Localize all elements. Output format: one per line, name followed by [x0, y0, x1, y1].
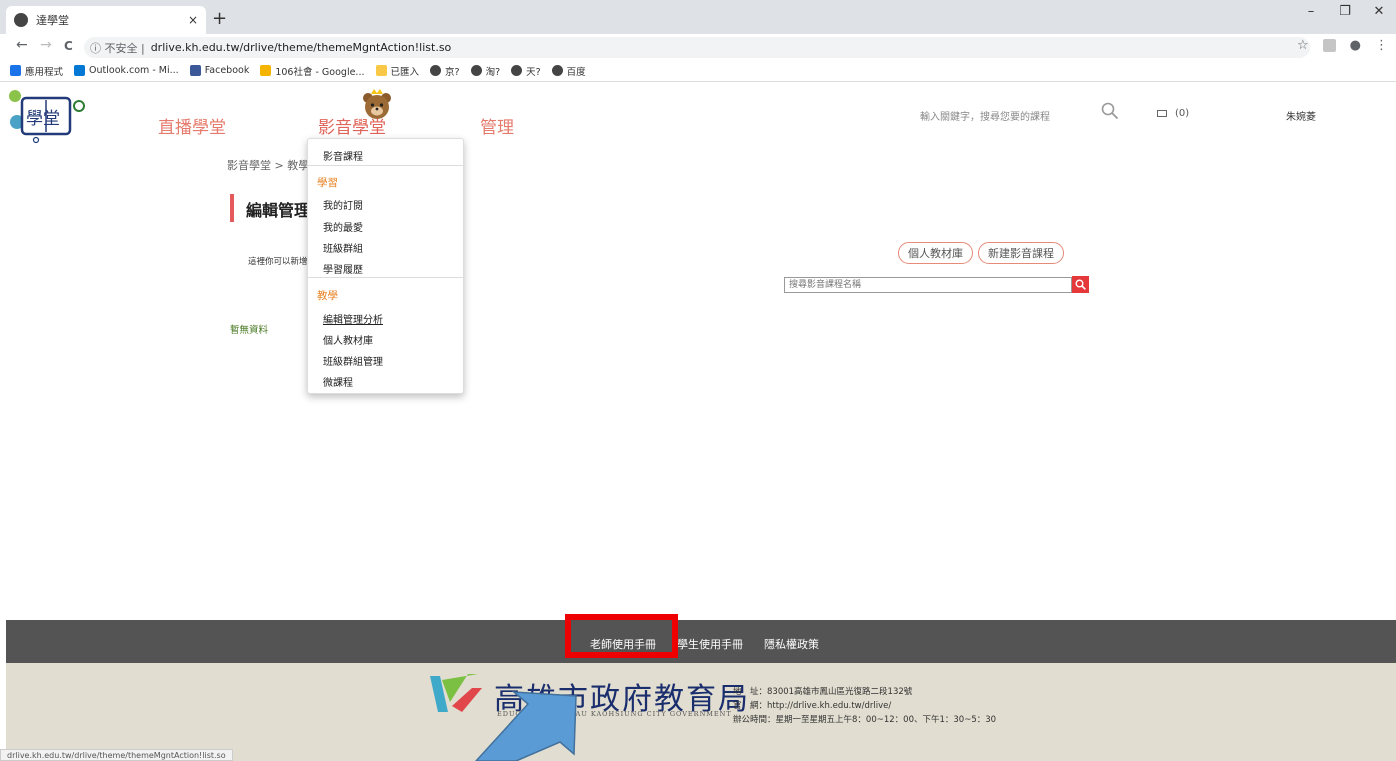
nav-video-school[interactable]: 影音學堂: [318, 113, 386, 138]
bookmark-item[interactable]: 京?: [430, 64, 460, 78]
globe-icon: [470, 65, 482, 76]
user-name[interactable]: 朱婉菱: [1286, 108, 1316, 123]
reload-icon[interactable]: C: [64, 39, 73, 53]
menu-item-edit-manage-analysis[interactable]: 編輯管理分析: [323, 311, 383, 326]
bookmark-label: 106社會 - Google...: [275, 66, 365, 78]
menu-item-class-group-manage[interactable]: 班級群組管理: [323, 353, 383, 368]
menu-header-learning: 學習: [317, 177, 338, 189]
outlook-icon: [74, 65, 86, 76]
menu-item-personal-material[interactable]: 個人教材庫: [323, 332, 373, 347]
pdf-extension-icon[interactable]: [1322, 39, 1336, 52]
address-bar[interactable]: ⓘ 不安全 | drlive.kh.edu.tw/drlive/theme/th…: [84, 37, 1310, 58]
globe-icon: [430, 65, 442, 76]
mail-icon: [1157, 110, 1167, 117]
nav-manage[interactable]: 管理: [480, 113, 514, 138]
minimize-icon[interactable]: –: [1294, 4, 1328, 19]
svg-text:學堂: 學堂: [26, 109, 60, 129]
breadcrumb: 影音學堂 > 教學: [227, 159, 310, 172]
bookmark-item[interactable]: 已匯入: [375, 64, 420, 78]
bookmark-label: 應用程式: [25, 66, 64, 78]
security-indicator[interactable]: ⓘ 不安全 |: [90, 40, 145, 56]
site-search-hint[interactable]: 輸入關鍵字，搜尋您要的課程: [920, 108, 1050, 123]
bookmark-item[interactable]: 106社會 - Google...: [260, 64, 365, 78]
toolbar-actions: ☆ ● ⋮: [1297, 38, 1388, 53]
bookmark-item[interactable]: 應用程式: [10, 64, 63, 78]
menu-item-micro-course[interactable]: 微課程: [323, 374, 353, 389]
apps-grid-icon: [10, 65, 21, 76]
mail-count: (0): [1175, 108, 1190, 119]
bookmark-label: 京?: [445, 66, 460, 78]
tab-close-icon[interactable]: ×: [188, 13, 198, 27]
menu-item-learning-history[interactable]: 學習履歷: [323, 261, 363, 276]
search-icon: [1075, 279, 1086, 290]
new-tab-button[interactable]: +: [212, 8, 227, 29]
back-icon[interactable]: ←: [16, 37, 28, 53]
privacy-policy-link[interactable]: 隱私權政策: [764, 636, 819, 652]
bookmarks-bar: 應用程式 Outlook.com - Mi... Facebook 106社會 - G…: [0, 60, 1396, 82]
restore-icon[interactable]: ❐: [1328, 4, 1362, 19]
page-description: 這裡你可以新增: [248, 257, 308, 267]
pointer-arrow-icon: [474, 691, 577, 761]
browser-toolbar: ← → C ⓘ 不安全 | drlive.kh.edu.tw/drlive/th…: [0, 34, 1396, 60]
browser-tab[interactable]: 達學堂 ×: [6, 6, 206, 34]
menu-divider: [308, 165, 463, 166]
forward-icon[interactable]: →: [40, 37, 52, 53]
globe-icon: [511, 65, 523, 76]
menu-item-video-courses[interactable]: 影音課程: [323, 148, 363, 163]
facebook-icon: [189, 65, 201, 76]
browser-status-bar: drlive.kh.edu.tw/drlive/theme/themeMgntA…: [0, 749, 233, 761]
bookmark-item[interactable]: Outlook.com - Mi...: [74, 65, 179, 76]
bookmark-item[interactable]: 淘?: [470, 64, 501, 78]
menu-header-teaching: 教學: [317, 290, 338, 302]
bookmark-star-icon[interactable]: ☆: [1297, 38, 1309, 53]
close-window-icon[interactable]: ✕: [1362, 4, 1396, 19]
bureau-address: 地 址：83001高雄市鳳山區光復路二段132號: [733, 687, 913, 697]
globe-icon: [551, 65, 563, 76]
menu-item-subscriptions[interactable]: 我的訂閱: [323, 197, 363, 212]
course-search-button[interactable]: [1072, 276, 1089, 293]
bookmark-label: Facebook: [204, 65, 250, 76]
nav-live-school[interactable]: 直播學堂: [158, 113, 226, 138]
course-search-input[interactable]: [784, 277, 1072, 293]
title-accent-bar: [230, 194, 234, 222]
video-school-dropdown: 影音課程 學習 我的訂閱 我的最愛 班級群組 學習履歷 教學 編輯管理分析 個人…: [307, 138, 464, 394]
menu-divider: [308, 277, 463, 278]
menu-item-favorites[interactable]: 我的最愛: [323, 219, 363, 234]
highlight-box: [565, 614, 678, 658]
bureau-website: 官 網：http://drlive.kh.edu.tw/drlive/: [733, 701, 892, 711]
drlive-logo[interactable]: 學堂: [6, 86, 90, 144]
page-title: 編輯管理: [246, 201, 311, 220]
profile-icon[interactable]: ●: [1350, 38, 1361, 53]
bureau-office-hours: 辦公時間：星期一至星期五上午8：00~12：00、下午1：30~5：30: [733, 715, 997, 725]
menu-dots-icon[interactable]: ⋮: [1375, 38, 1388, 53]
bookmark-label: Outlook.com - Mi...: [89, 65, 179, 76]
personal-material-button[interactable]: 個人教材庫: [898, 242, 973, 264]
student-manual-link[interactable]: 學生使用手冊: [677, 636, 743, 652]
bookmark-label: 百度: [566, 66, 586, 78]
tab-title: 達學堂: [36, 14, 69, 27]
address-url: drlive.kh.edu.tw/drlive/theme/themeMgntA…: [150, 41, 452, 54]
site-favicon-icon: [14, 13, 28, 27]
bookmark-label: 天?: [526, 66, 541, 78]
no-data-message: 暫無資料: [230, 325, 269, 336]
window-controls: – ❐ ✕: [1294, 4, 1396, 19]
search-icon[interactable]: [1101, 102, 1119, 120]
folder-icon: [375, 65, 387, 76]
bookmark-item[interactable]: Facebook: [189, 65, 250, 76]
browser-tabstrip: 達學堂 × + – ❐ ✕: [0, 0, 1396, 34]
drive-icon: [260, 65, 272, 76]
bookmark-item[interactable]: 百度: [551, 64, 586, 78]
menu-item-class-groups[interactable]: 班級群組: [323, 240, 363, 255]
bookmark-label: 淘?: [485, 66, 501, 78]
mail-link[interactable]: (0): [1157, 108, 1189, 119]
new-video-course-button[interactable]: 新建影音課程: [978, 242, 1064, 264]
bookmark-item[interactable]: 天?: [511, 64, 541, 78]
bookmark-label: 已匯入: [390, 66, 420, 78]
